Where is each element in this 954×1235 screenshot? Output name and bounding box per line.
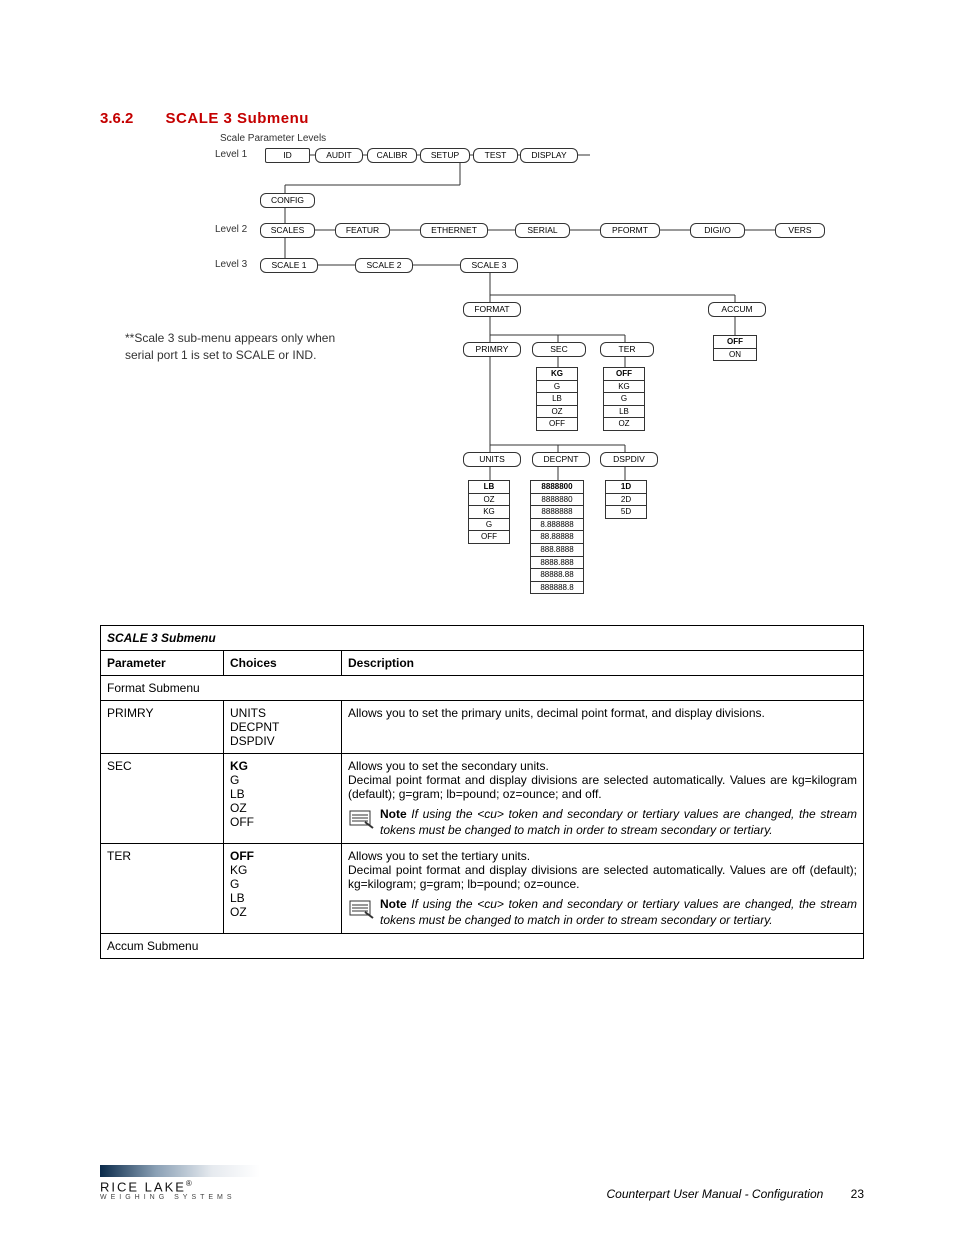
node-audit: AUDIT [315,148,363,163]
accum-options: OFF ON [713,335,757,361]
decpnt-options: 8888800 8888880 8888888 8.888888 88.8888… [530,480,584,594]
format-submenu-row: Format Submenu [101,676,864,701]
level3-label: Level 3 [215,259,247,270]
node-scale2: SCALE 2 [355,258,413,273]
row-ter: TER OFF KG G LB OZ Allows you to set the… [101,844,864,934]
node-units: UNITS [463,452,521,467]
level2-label: Level 2 [215,224,247,235]
heading-title: SCALE 3 Submenu [166,110,309,127]
row-primry: PRIMRY UNITS DECPNT DSPDIV Allows you to… [101,701,864,754]
node-scale3: SCALE 3 [460,258,518,273]
parameter-table: SCALE 3 Submenu Parameter Choices Descri… [100,625,864,959]
node-format: FORMAT [463,302,521,317]
col-parameter: Parameter [101,651,224,676]
node-sec: SEC [532,342,586,357]
footer-right: Counterpart User Manual - Configuration … [607,1187,864,1201]
node-pformt: PFORMT [600,223,660,238]
note-body: Note If using the <cu> token and seconda… [380,897,857,928]
node-serial: SERIAL [515,223,570,238]
ter-options: OFF KG G LB OZ [603,367,645,431]
note-icon [348,807,376,831]
note-icon [348,897,376,921]
node-ethernet: ETHERNET [420,223,488,238]
page-footer: RICE LAKE® WEIGHING SYSTEMS Counterpart … [100,1165,864,1201]
diagram-side-note: **Scale 3 sub-menu appears only when ser… [125,330,335,364]
menu-tree-diagram: Scale Parameter Levels Level 1 Level 2 L… [160,135,920,605]
node-featur: FEATUR [335,223,390,238]
node-vers: VERS [775,223,825,238]
scale-param-levels-label: Scale Parameter Levels [220,133,326,144]
node-display: DISPLAY [520,148,578,163]
sec-options: KG G LB OZ OFF [536,367,578,431]
node-dspdiv: DSPDIV [600,452,658,467]
node-test: TEST [473,148,518,163]
node-accum: ACCUM [708,302,766,317]
col-choices: Choices [224,651,342,676]
brand-logo: RICE LAKE® WEIGHING SYSTEMS [100,1165,260,1201]
node-calibr: CALIBR [367,148,417,163]
dspdiv-options: 1D 2D 5D [605,480,647,519]
units-options: LB OZ KG G OFF [468,480,510,544]
node-id: ID [265,148,310,163]
level1-label: Level 1 [215,149,247,160]
node-primry: PRIMRY [463,342,521,357]
note-body: Note If using the <cu> token and seconda… [380,807,857,838]
node-decpnt: DECPNT [532,452,590,467]
node-config: CONFIG [260,193,315,208]
row-sec: SEC KG G LB OZ OFF Allows you to set the… [101,754,864,844]
node-digio: DIGI/O [690,223,745,238]
node-setup: SETUP [420,148,470,163]
node-ter: TER [600,342,654,357]
table-caption: SCALE 3 Submenu [101,626,864,651]
node-scale1: SCALE 1 [260,258,318,273]
col-description: Description [342,651,864,676]
node-scales: SCALES [260,223,315,238]
section-heading: 3.6.2 SCALE 3 Submenu [100,110,864,127]
heading-number: 3.6.2 [100,110,133,127]
accum-submenu-row: Accum Submenu [101,934,864,959]
